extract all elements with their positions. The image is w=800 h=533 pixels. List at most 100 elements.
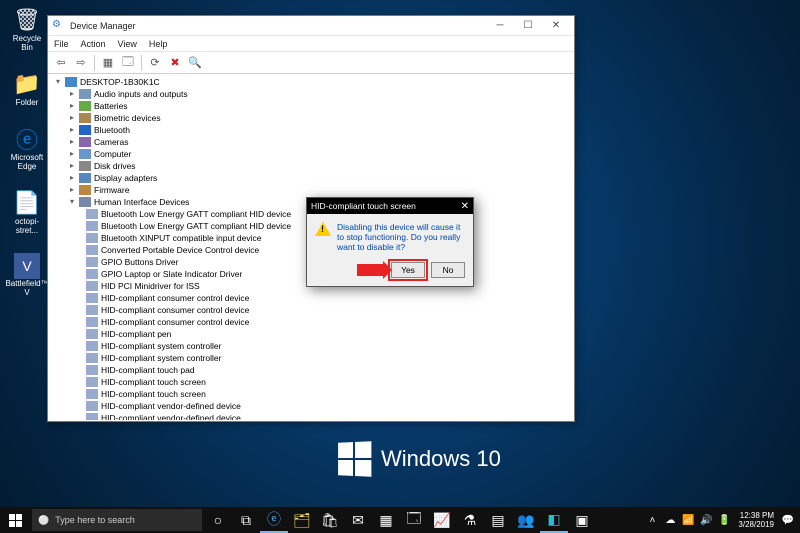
tray-battery-icon[interactable]: 🔋 <box>716 515 732 526</box>
time: 12:38 PM <box>740 511 774 520</box>
category-item[interactable]: ▸Audio inputs and outputs <box>52 88 570 100</box>
category-item[interactable]: ▸ Bluetooth <box>52 124 570 136</box>
device-item[interactable]: HID-compliant touch screen <box>84 388 570 400</box>
recycle-bin-icon: 🗑 <box>13 6 41 34</box>
app-taskbar-icon[interactable]: ▤ <box>484 507 512 533</box>
expand-icon[interactable]: ▸ <box>68 172 76 184</box>
app-taskbar-icon[interactable]: ⚗ <box>456 507 484 533</box>
device-item[interactable]: HID-compliant vendor-defined device <box>84 400 570 412</box>
category-item[interactable]: ▸Firmware <box>52 184 570 196</box>
desktop-icon-battlefield[interactable]: V Battlefield™ V <box>6 253 48 297</box>
device-item[interactable]: HID-compliant consumer control device <box>84 316 570 328</box>
category-item[interactable]: ▸Cameras <box>52 136 570 148</box>
expand-icon[interactable]: ▸ <box>68 100 76 112</box>
game-icon: V <box>14 253 40 279</box>
category-item[interactable]: ▸Computer <box>52 148 570 160</box>
device-item[interactable]: HID-compliant vendor-defined device <box>84 412 570 420</box>
app-taskbar-icon[interactable]: ◧ <box>540 507 568 533</box>
expand-icon[interactable]: ▸ <box>68 136 76 148</box>
forward-button[interactable]: ⇨ <box>72 54 90 72</box>
back-button[interactable]: ⇦ <box>52 54 70 72</box>
refresh-button[interactable]: 🗔 <box>119 54 137 72</box>
explorer-taskbar-icon[interactable]: 🗂 <box>288 507 316 533</box>
yes-button[interactable]: Yes <box>391 262 425 278</box>
device-item[interactable]: HID-compliant consumer control device <box>84 304 570 316</box>
clock[interactable]: 12:38 PM 3/28/2019 <box>738 511 774 529</box>
device-item[interactable]: HID-compliant system controller <box>84 340 570 352</box>
category-icon <box>79 125 91 135</box>
uninstall-button[interactable]: ✖ <box>166 54 184 72</box>
maximize-button[interactable]: ☐ <box>514 17 542 35</box>
expand-icon[interactable]: ▸ <box>68 184 76 196</box>
app-taskbar-icon[interactable]: ▦ <box>372 507 400 533</box>
update-driver-button[interactable]: ⟳ <box>146 54 164 72</box>
mail-taskbar-icon[interactable]: ✉ <box>344 507 372 533</box>
category-item[interactable]: ▸ Biometric devices <box>52 112 570 124</box>
device-item[interactable]: HID-compliant touch screen <box>84 376 570 388</box>
category-item[interactable]: ▸Disk drives <box>52 160 570 172</box>
expand-icon[interactable]: ▸ <box>68 148 76 160</box>
close-button[interactable]: ✕ <box>542 17 570 35</box>
device-item[interactable]: HID-compliant pen <box>84 328 570 340</box>
category-item[interactable]: ▸Batteries <box>52 100 570 112</box>
no-button[interactable]: No <box>431 262 465 278</box>
desktop-icon-folder[interactable]: 📁 Folder <box>6 70 48 107</box>
properties-button[interactable]: ▦ <box>99 54 117 72</box>
device-label: HID-compliant system controller <box>101 340 221 352</box>
category-icon <box>79 113 91 123</box>
notifications-icon[interactable]: 💬 <box>780 515 796 526</box>
file-icon: 📄 <box>13 189 41 217</box>
device-label: Bluetooth XINPUT compatible input device <box>101 232 262 244</box>
dialog-titlebar[interactable]: HID-compliant touch screen ✕ <box>307 198 473 214</box>
expand-icon[interactable]: ▸ <box>68 124 76 136</box>
category-label: Bluetooth <box>94 124 130 136</box>
menu-help[interactable]: Help <box>149 39 168 49</box>
device-item[interactable]: HID-compliant touch pad <box>84 364 570 376</box>
dialog-close-button[interactable]: ✕ <box>461 201 469 212</box>
folder-icon: 📁 <box>13 70 41 98</box>
tray-cloud-icon[interactable]: ☁ <box>662 515 678 526</box>
expand-icon[interactable]: ▸ <box>68 112 76 124</box>
expand-icon[interactable]: ▸ <box>68 88 76 100</box>
edge-taskbar-icon[interactable]: ⓔ <box>260 507 288 533</box>
teams-taskbar-icon[interactable]: 👥 <box>512 507 540 533</box>
toolbar: ⇦ ⇨ ▦ 🗔 ⟳ ✖ 🔍 <box>48 52 574 74</box>
desktop-icon-edge[interactable]: ⓔ Microsoft Edge <box>6 125 48 171</box>
category-label: Biometric devices <box>94 112 161 124</box>
app-taskbar-icon[interactable]: 📈 <box>428 507 456 533</box>
windows-logo-icon <box>338 441 371 477</box>
device-icon <box>86 389 98 399</box>
device-item[interactable]: HID-compliant system controller <box>84 352 570 364</box>
app-taskbar-icon[interactable]: ▣ <box>568 507 596 533</box>
minimize-button[interactable]: ─ <box>486 17 514 35</box>
tray-chevron-icon[interactable]: ˄ <box>644 515 660 526</box>
store-taskbar-icon[interactable]: 🛍 <box>316 507 344 533</box>
menu-view[interactable]: View <box>118 39 137 49</box>
desktop-icon-recycle-bin[interactable]: 🗑 Recycle Bin <box>6 6 48 52</box>
expand-icon[interactable]: ▸ <box>68 160 76 172</box>
tree-root[interactable]: ▾ DESKTOP-1B30K1C <box>52 76 570 88</box>
start-button[interactable] <box>0 507 30 533</box>
tray-volume-icon[interactable]: 🔊 <box>698 515 714 526</box>
tray-wifi-icon[interactable]: 📶 <box>680 515 696 526</box>
collapse-icon[interactable]: ▾ <box>68 196 76 208</box>
taskview-icon[interactable]: ⧉ <box>232 507 260 533</box>
search-box[interactable]: ⚪ Type here to search <box>32 509 202 531</box>
titlebar[interactable]: ⚙ Device Manager ─ ☐ ✕ <box>48 16 574 36</box>
device-item[interactable]: HID-compliant consumer control device <box>84 292 570 304</box>
menu-file[interactable]: File <box>54 39 69 49</box>
device-icon <box>86 281 98 291</box>
dialog-buttons: Yes No <box>307 258 473 286</box>
dialog-title: HID-compliant touch screen <box>311 201 416 211</box>
desktop-icon-file[interactable]: 📄 octopi-stret... <box>6 189 48 235</box>
app-taskbar-icon[interactable]: 🗔 <box>400 507 428 533</box>
collapse-icon[interactable]: ▾ <box>54 76 62 88</box>
device-icon <box>86 233 98 243</box>
dialog-body: Disabling this device will cause it to s… <box>307 214 473 258</box>
scan-button[interactable]: 🔍 <box>186 54 204 72</box>
cortana-icon[interactable]: ○ <box>204 507 232 533</box>
menu-action[interactable]: Action <box>81 39 106 49</box>
device-label: HID-compliant system controller <box>101 352 221 364</box>
category-label: Display adapters <box>94 172 157 184</box>
category-item[interactable]: ▸ Display adapters <box>52 172 570 184</box>
